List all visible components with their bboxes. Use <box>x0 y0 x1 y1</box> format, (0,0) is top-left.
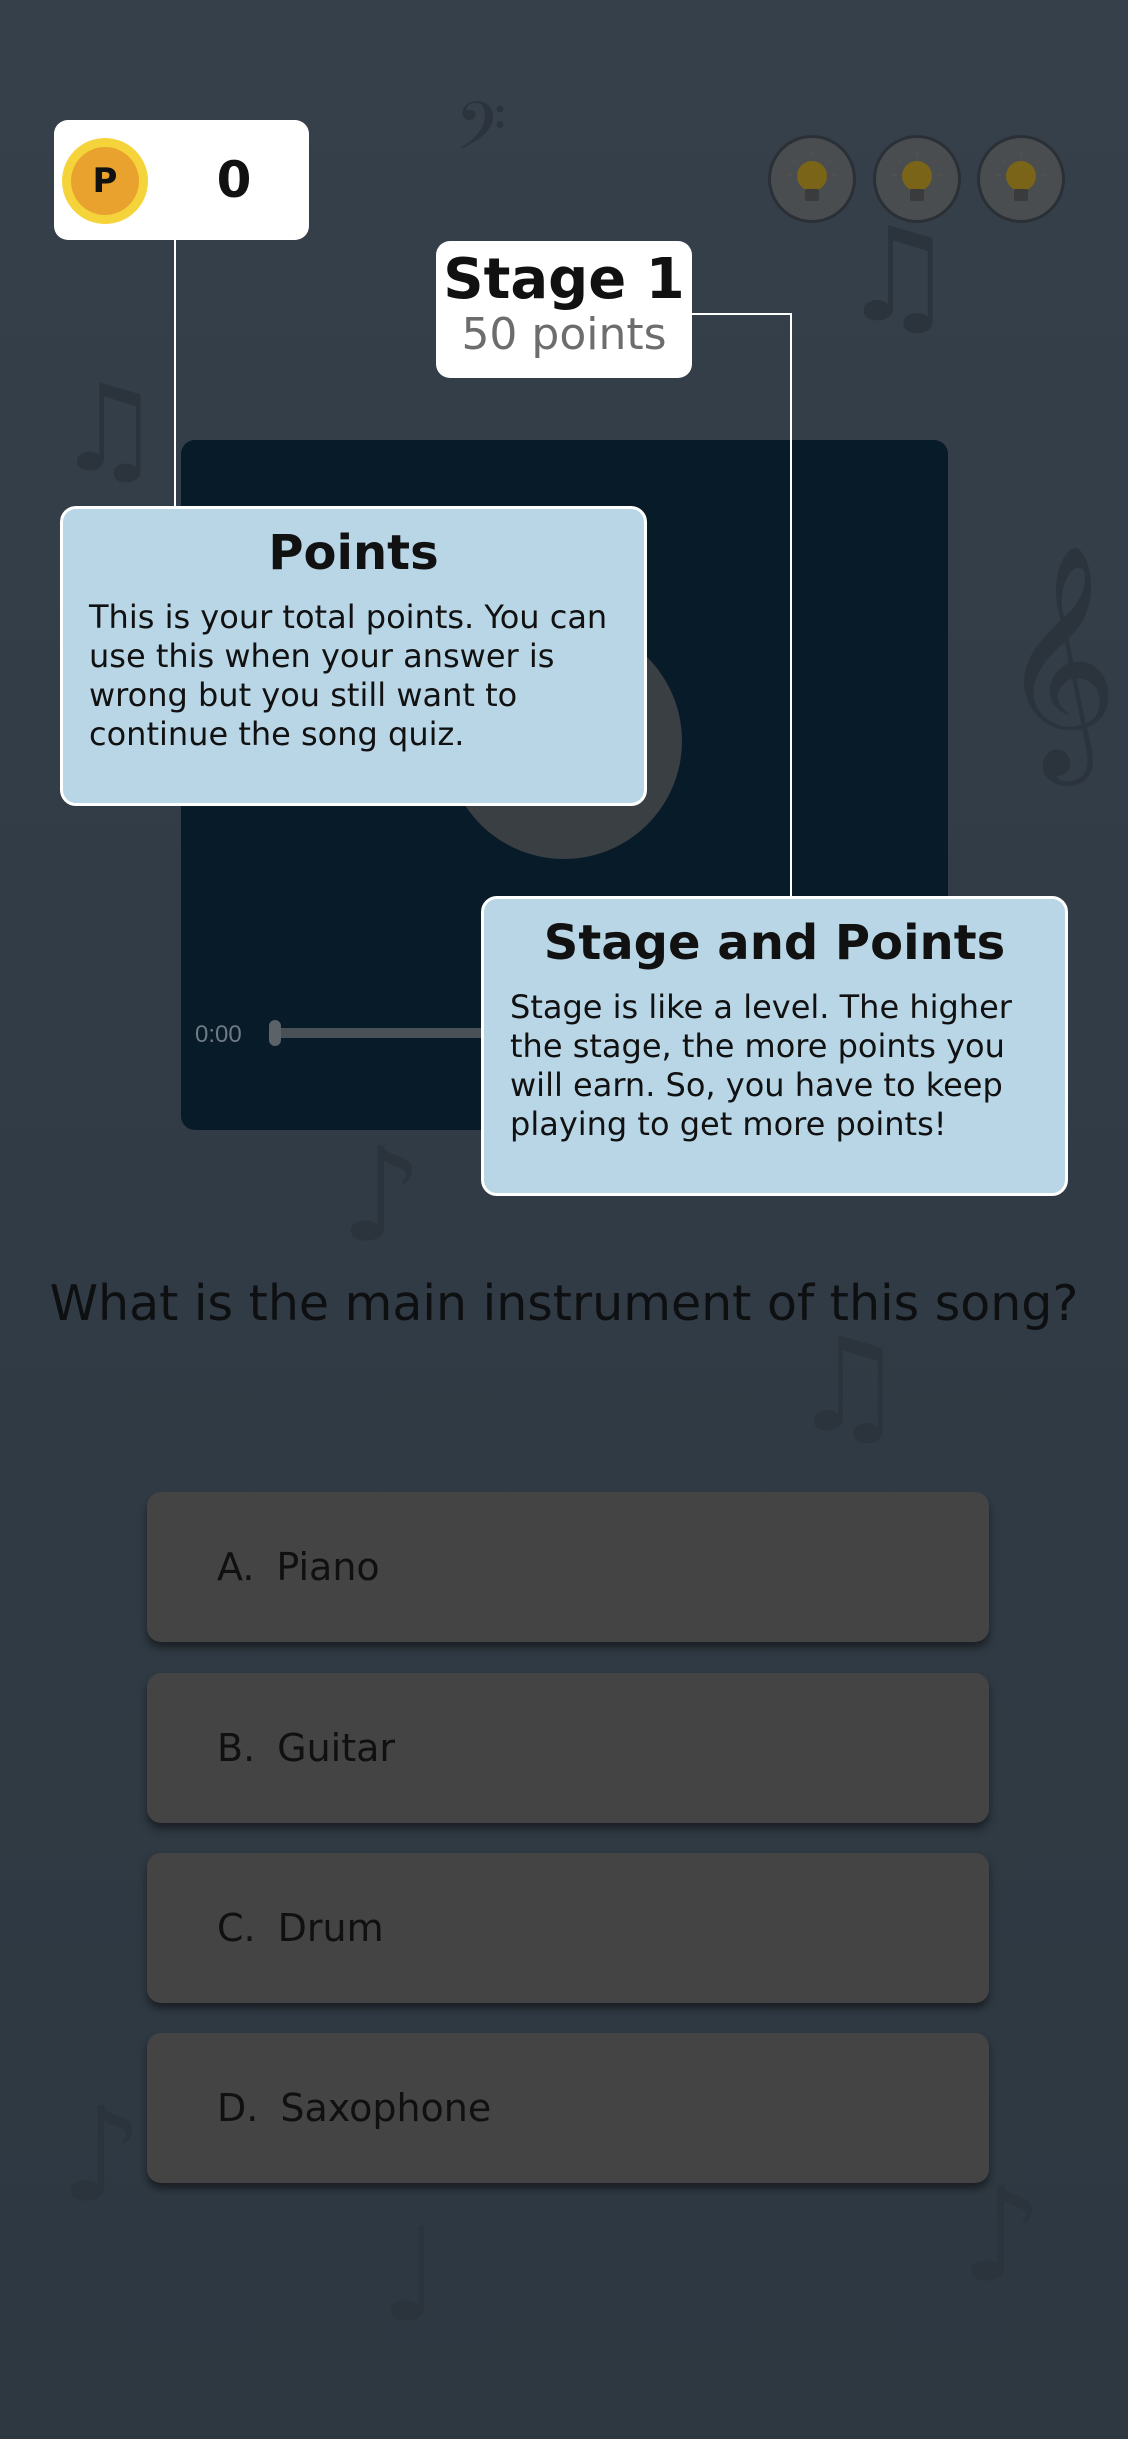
question-text: What is the main instrument of this song… <box>49 1275 1079 1332</box>
stage-points: 50 points <box>461 308 667 360</box>
answer-label: Saxophone <box>280 2086 492 2130</box>
stage-title: Stage 1 <box>443 247 685 312</box>
music-note-decoration: 𝄞 <box>1000 543 1119 776</box>
music-note-decoration: ♪ <box>960 2159 1043 2311</box>
music-note-decoration: ♫ <box>55 360 163 499</box>
answer-label: Guitar <box>277 1726 396 1770</box>
lightbulb-icon <box>786 151 838 201</box>
answer-letter: C. <box>217 1906 256 1950</box>
answer-option-c[interactable]: C. Drum <box>147 1853 989 2003</box>
answer-option-a[interactable]: A. Piano <box>147 1492 989 1642</box>
points-tooltip-title: Points <box>268 525 439 581</box>
playback-time: 0:00 <box>195 1021 242 1048</box>
hint-button-1[interactable] <box>768 135 856 223</box>
music-note-decoration: ♫ <box>790 1309 907 1461</box>
points-counter[interactable]: P 0 <box>54 120 309 240</box>
points-value: 0 <box>216 151 252 209</box>
answer-option-b[interactable]: B. Guitar <box>147 1673 989 1823</box>
coin-symbol: P <box>71 147 139 215</box>
answer-letter: D. <box>217 2086 259 2130</box>
hint-button-3[interactable] <box>977 135 1065 223</box>
music-note-decoration: ♫ <box>840 199 957 351</box>
answer-label: Drum <box>277 1906 384 1950</box>
answer-option-d[interactable]: D. Saxophone <box>147 2033 989 2183</box>
coin-icon: P <box>62 138 148 224</box>
lightbulb-icon <box>891 151 943 201</box>
stage-tooltip-title: Stage and Points <box>543 915 1006 971</box>
stage-tooltip-body: Stage is like a level. The higher the st… <box>510 987 1012 1143</box>
stage-connector-line-v <box>790 313 792 898</box>
stage-connector-line-h <box>692 313 792 315</box>
stage-tooltip: Stage and Points Stage is like a level. … <box>481 896 1068 1196</box>
hint-button-2[interactable] <box>873 135 961 223</box>
points-connector-line <box>174 240 176 508</box>
seek-thumb[interactable] <box>269 1020 281 1046</box>
lightbulb-icon <box>995 151 1047 201</box>
answer-letter: B. <box>217 1726 256 1770</box>
music-note-decoration: ♪ <box>340 1119 423 1271</box>
stage-badge: Stage 1 50 points <box>436 241 692 378</box>
points-tooltip: Points This is your total points. You ca… <box>60 506 647 806</box>
points-tooltip-body: This is your total points. You can use t… <box>89 597 608 753</box>
answer-letter: A. <box>217 1545 255 1589</box>
music-note-decoration: ♩ <box>380 2199 442 2351</box>
music-note-decoration: ♪ <box>60 2079 143 2231</box>
music-note-decoration: 𝄢 <box>455 88 507 181</box>
answer-label: Piano <box>276 1545 380 1589</box>
